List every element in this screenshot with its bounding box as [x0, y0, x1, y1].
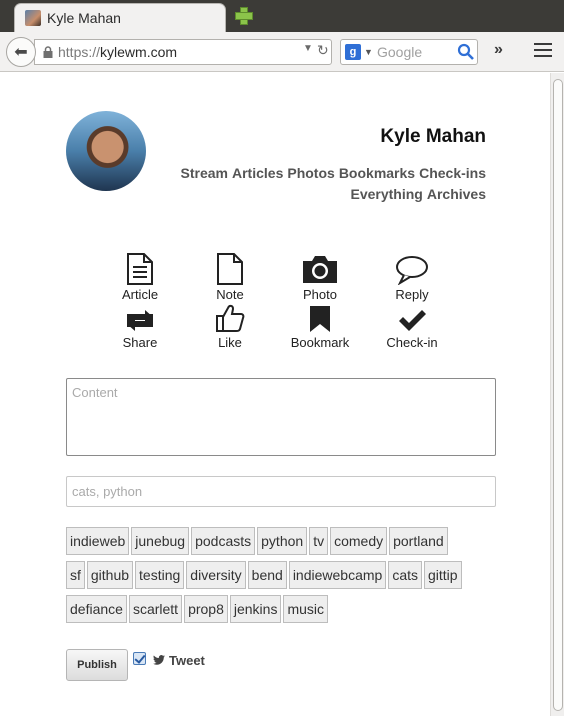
- speech-bubble-icon: [396, 256, 428, 285]
- tag-button[interactable]: bend: [247, 561, 287, 589]
- search-bar[interactable]: g ▼ Google: [340, 39, 478, 65]
- search-placeholder: Google: [377, 44, 423, 60]
- post-type-share[interactable]: Share: [95, 307, 185, 350]
- browser-toolbar: https://kylewm.com ▼ ↻ ⬅ g ▼ Google »: [0, 32, 564, 72]
- back-arrow-icon: ⬅: [14, 44, 28, 61]
- post-type-reply[interactable]: Reply: [367, 253, 457, 302]
- google-engine-icon[interactable]: g: [345, 44, 361, 60]
- publish-button[interactable]: Publish: [66, 649, 128, 681]
- url-text: https://kylewm.com: [58, 44, 177, 60]
- tag-button[interactable]: podcasts: [191, 527, 256, 555]
- tag-button[interactable]: cats: [388, 561, 422, 589]
- tag-button[interactable]: scarlett: [128, 595, 183, 623]
- url-host: kylewm.com: [100, 44, 178, 60]
- post-type-bookmark[interactable]: Bookmark: [275, 305, 365, 350]
- tag-row: sf github testing diversity bend indiewebcamp…: [66, 561, 464, 589]
- post-type-photo[interactable]: Photo: [275, 253, 365, 302]
- new-tab-plus-icon[interactable]: [235, 7, 253, 25]
- hamburger-menu-icon[interactable]: [534, 43, 552, 57]
- tag-button[interactable]: comedy: [330, 527, 388, 555]
- page-content: Kyle Mahan Stream Articles Photos Bookmarks…: [0, 73, 550, 716]
- post-type-label: Photo: [303, 287, 337, 302]
- tag-button[interactable]: indieweb: [66, 527, 130, 555]
- tag-button[interactable]: gittip: [424, 561, 462, 589]
- tag-button[interactable]: indiewebcamp: [288, 561, 387, 589]
- nav-checkins[interactable]: Check-ins: [419, 165, 486, 181]
- avatar: [66, 111, 146, 191]
- favicon-icon: [25, 10, 41, 26]
- tag-button[interactable]: junebug: [131, 527, 190, 555]
- bookmark-icon: [310, 306, 330, 332]
- vertical-scrollbar[interactable]: [550, 73, 564, 716]
- tweet-checkbox[interactable]: [133, 652, 146, 665]
- camera-icon: [303, 256, 337, 283]
- tag-button[interactable]: python: [257, 527, 308, 555]
- scrollbar-thumb[interactable]: [553, 79, 563, 711]
- tag-button[interactable]: diversity: [186, 561, 246, 589]
- site-title[interactable]: Kyle Mahan: [380, 126, 486, 148]
- post-type-article[interactable]: Article: [95, 253, 185, 302]
- content-textarea[interactable]: [66, 378, 496, 456]
- browser-titlebar: Kyle Mahan: [0, 0, 564, 32]
- post-type-label: Check-in: [386, 335, 438, 350]
- tag-button[interactable]: jenkins: [229, 595, 282, 623]
- post-type-note[interactable]: Note: [185, 253, 275, 302]
- tag-button[interactable]: prop8: [184, 595, 228, 623]
- post-type-checkin[interactable]: Check-in: [367, 307, 457, 350]
- browser-tab[interactable]: Kyle Mahan: [14, 3, 226, 32]
- post-type-label: Bookmark: [290, 335, 350, 350]
- tweet-label[interactable]: Tweet: [169, 653, 205, 668]
- post-type-label: Reply: [395, 287, 429, 302]
- note-icon: [217, 253, 243, 285]
- tag-row: indieweb junebug podcasts python tv comedy por…: [66, 527, 450, 555]
- reload-icon[interactable]: ↻: [317, 42, 329, 59]
- url-scheme: https://: [58, 44, 101, 60]
- nav-bookmarks[interactable]: Bookmarks: [339, 165, 415, 181]
- tag-button[interactable]: defiance: [66, 595, 127, 623]
- tag-row: defiance scarlett prop8 jenkins music: [66, 595, 330, 623]
- tag-button[interactable]: testing: [135, 561, 185, 589]
- twitter-bird-icon: [153, 655, 165, 665]
- tab-title: Kyle Mahan: [47, 10, 121, 26]
- nav-stream[interactable]: Stream: [181, 165, 228, 181]
- tag-button[interactable]: sf: [66, 561, 85, 589]
- url-dropdown-icon[interactable]: ▼: [303, 43, 313, 54]
- post-type-label: Share: [122, 335, 158, 350]
- thumbs-up-icon: [216, 304, 245, 332]
- post-type-label: Article: [121, 287, 159, 302]
- tag-button[interactable]: portland: [389, 527, 448, 555]
- post-type-like[interactable]: Like: [185, 303, 275, 350]
- post-type-label: Note: [216, 287, 244, 302]
- back-button[interactable]: ⬅: [6, 37, 36, 67]
- nav-photos[interactable]: Photos: [287, 165, 334, 181]
- checkmark-icon: [399, 310, 426, 331]
- engine-dropdown-icon[interactable]: ▼: [364, 47, 373, 57]
- nav-archives[interactable]: Archives: [427, 186, 486, 202]
- site-nav: Stream Articles Photos Bookmarks Check-ins Ev…: [156, 163, 486, 205]
- retweet-icon: [127, 310, 153, 331]
- nav-everything[interactable]: Everything: [350, 186, 422, 202]
- url-bar[interactable]: https://kylewm.com ▼ ↻: [34, 39, 332, 65]
- article-icon: [127, 253, 153, 285]
- post-type-label: Like: [218, 335, 242, 350]
- lock-icon: [43, 46, 53, 58]
- tags-input[interactable]: [66, 476, 496, 507]
- tag-button[interactable]: music: [283, 595, 329, 623]
- search-icon[interactable]: [457, 43, 475, 61]
- overflow-chevron-icon[interactable]: »: [494, 41, 503, 59]
- tag-button[interactable]: tv: [309, 527, 329, 555]
- tag-button[interactable]: github: [86, 561, 134, 589]
- nav-articles[interactable]: Articles: [232, 165, 283, 181]
